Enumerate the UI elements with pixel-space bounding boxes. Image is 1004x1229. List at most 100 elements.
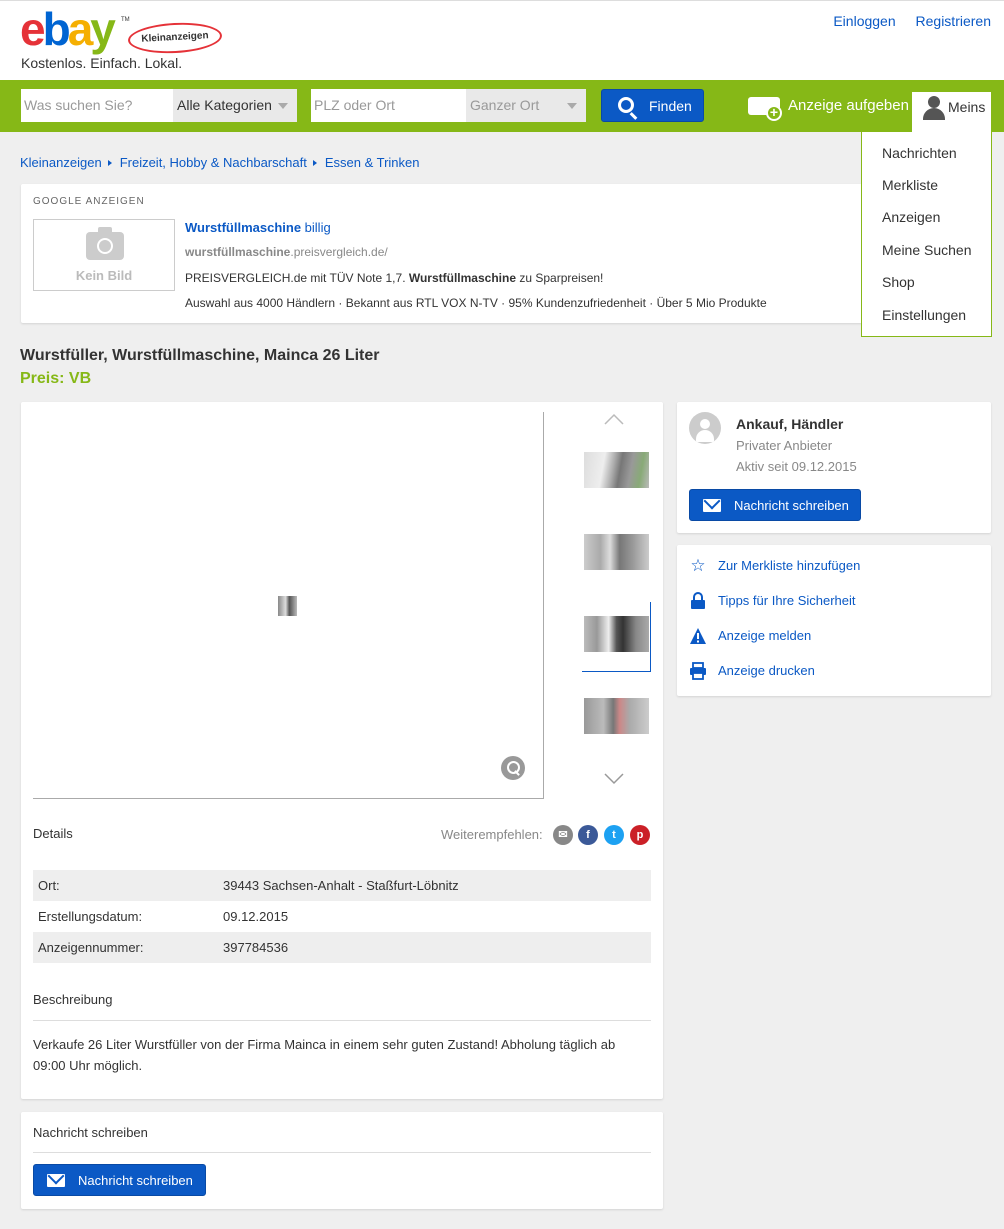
pinterest-icon[interactable]: p xyxy=(630,825,650,845)
account-links: Einloggen Registrieren xyxy=(817,13,991,29)
avatar xyxy=(689,412,721,444)
search-icon xyxy=(618,97,634,113)
breadcrumb-arrow-icon xyxy=(107,160,112,167)
breadcrumb-arrow-icon xyxy=(312,160,317,167)
zoom-icon[interactable] xyxy=(501,756,525,780)
share-label: Weiterempfehlen: xyxy=(441,827,543,842)
report-ad-link[interactable]: Anzeige melden xyxy=(689,626,811,646)
ad-url-keyword: wurstfüllmaschine xyxy=(185,245,291,259)
ebay-kleinanzeigen-logo[interactable]: ebay TM Kleinanzeigen xyxy=(20,3,223,56)
menu-item-nachrichten[interactable]: Nachrichten xyxy=(882,145,957,161)
printer-icon xyxy=(690,662,706,680)
thumbnail-image xyxy=(584,534,649,570)
message-heading: Nachricht schreiben xyxy=(33,1125,148,1140)
search-bar: Was suchen Sie? Alle Kategorien PLZ oder… xyxy=(0,80,1004,132)
ad-text-part: PREISVERGLEICH.de mit TÜV Note 1,7. xyxy=(185,271,409,285)
chevron-up-icon[interactable] xyxy=(604,410,624,430)
detail-value: 39443 Sachsen-Anhalt - Staßfurt-Löbnitz xyxy=(223,878,459,893)
breadcrumb-item[interactable]: Essen & Trinken xyxy=(325,155,420,170)
register-link[interactable]: Registrieren xyxy=(916,13,991,29)
main-image-viewer[interactable] xyxy=(33,412,544,799)
action-label: Tipps für Ihre Sicherheit xyxy=(718,593,856,608)
thumbnail-image xyxy=(584,616,649,652)
ad-image-placeholder[interactable]: Kein Bild xyxy=(33,219,175,291)
ad-text-part: zu Sparpreisen! xyxy=(516,271,604,285)
detail-row: Erstellungsdatum: 09.12.2015 xyxy=(33,901,651,932)
search-input[interactable]: Was suchen Sie? xyxy=(21,89,173,122)
post-ad-label: Anzeige aufgeben xyxy=(788,97,909,114)
login-link[interactable]: Einloggen xyxy=(833,13,895,29)
thumbnail[interactable] xyxy=(582,520,651,590)
twitter-icon[interactable]: t xyxy=(604,825,624,845)
description-text: Verkaufe 26 Liter Wurstfüller von der Fi… xyxy=(33,1037,616,1073)
site-header: ebay TM Kleinanzeigen Kostenlos. Einfach… xyxy=(0,0,1004,80)
radius-select[interactable]: Ganzer Ort xyxy=(466,89,586,122)
safety-tips-link[interactable]: Tipps für Ihre Sicherheit xyxy=(689,591,856,611)
meins-label: Meins xyxy=(948,99,986,115)
camera-icon xyxy=(86,227,124,260)
radius-select-value: Ganzer Ort xyxy=(470,97,540,113)
location-input[interactable]: PLZ oder Ort xyxy=(311,89,466,122)
detail-value: 09.12.2015 xyxy=(223,909,289,924)
meins-button[interactable]: Meins xyxy=(912,92,991,132)
menu-item-merkliste[interactable]: Merkliste xyxy=(882,177,938,193)
envelope-icon xyxy=(703,499,721,512)
ad-title-rest: billig xyxy=(301,220,331,235)
thumbnail[interactable] xyxy=(582,684,651,754)
menu-item-anzeigen[interactable]: Anzeigen xyxy=(882,209,940,225)
menu-item-meine-suchen[interactable]: Meine Suchen xyxy=(882,242,972,258)
google-ad-card: GOOGLE ANZEIGEN Kein Bild Wurstfüllmasch… xyxy=(21,184,863,323)
google-ad-title[interactable]: Wurstfüllmaschine billig xyxy=(185,220,331,235)
chevron-down-icon xyxy=(567,103,577,109)
write-message-label: Nachricht schreiben xyxy=(78,1173,193,1188)
post-ad-button[interactable]: + Anzeige aufgeben xyxy=(748,95,909,121)
thumbnail-image xyxy=(584,698,649,734)
breadcrumb-item[interactable]: Freizeit, Hobby & Nachbarschaft xyxy=(120,155,307,170)
envelope-icon xyxy=(47,1174,65,1187)
print-ad-link[interactable]: Anzeige drucken xyxy=(689,661,815,681)
actions-card: ☆ Zur Merkliste hinzufügen Tipps für Ihr… xyxy=(677,545,991,696)
lock-icon xyxy=(691,592,705,609)
no-image-label: Kein Bild xyxy=(75,268,133,283)
ad-title-keyword: Wurstfüllmaschine xyxy=(185,220,302,235)
add-to-watchlist-link[interactable]: ☆ Zur Merkliste hinzufügen xyxy=(689,556,860,576)
category-select[interactable]: Alle Kategorien xyxy=(173,89,297,122)
seller-card: Ankauf, Händler Privater Anbieter Aktiv … xyxy=(677,402,991,533)
menu-item-shop[interactable]: Shop xyxy=(882,274,915,290)
plus-icon: + xyxy=(766,105,782,121)
detail-key: Ort: xyxy=(38,878,60,893)
breadcrumb-item[interactable]: Kleinanzeigen xyxy=(20,155,102,170)
chevron-down-icon[interactable] xyxy=(604,768,624,788)
detail-value: 397784536 xyxy=(223,940,289,955)
seller-active-since: Aktiv seit 09.12.2015 xyxy=(736,459,857,474)
divider xyxy=(33,1152,651,1153)
listing-title: Wurstfüller, Wurstfüllmaschine, Mainca 2… xyxy=(20,347,380,364)
google-ad-url[interactable]: wurstfüllmaschine.preisvergleich.de/ xyxy=(185,245,388,259)
menu-item-einstellungen[interactable]: Einstellungen xyxy=(882,307,966,323)
google-ad-text: PREISVERGLEICH.de mit TÜV Note 1,7. Wurs… xyxy=(185,271,603,285)
action-label: Anzeige melden xyxy=(718,628,812,643)
email-icon[interactable]: ✉ xyxy=(553,825,573,845)
seller-name[interactable]: Ankauf, Händler xyxy=(736,416,843,432)
user-icon xyxy=(922,96,946,120)
google-ad-label: GOOGLE ANZEIGEN xyxy=(33,196,145,207)
thumbnail-active[interactable] xyxy=(582,602,651,672)
listing-price: Preis: VB xyxy=(20,370,92,387)
chevron-down-icon xyxy=(278,103,288,109)
meins-dropdown: Nachrichten Merkliste Anzeigen Meine Suc… xyxy=(861,132,992,337)
thumbnail[interactable] xyxy=(582,438,651,508)
facebook-icon[interactable]: f xyxy=(578,825,598,845)
find-button[interactable]: Finden xyxy=(601,89,704,122)
detail-key: Erstellungsdatum: xyxy=(38,909,143,924)
category-select-value: Alle Kategorien xyxy=(177,97,272,113)
tagline: Kostenlos. Einfach. Lokal. xyxy=(21,55,183,71)
ad-url-rest: .preisvergleich.de/ xyxy=(290,245,388,259)
detail-row: Anzeigennummer: 397784536 xyxy=(33,932,651,963)
write-message-button[interactable]: Nachricht schreiben xyxy=(33,1164,206,1196)
contact-seller-button[interactable]: Nachricht schreiben xyxy=(689,489,861,521)
trademark-mark: TM xyxy=(121,17,130,23)
ebay-wordmark: ebay xyxy=(20,3,116,55)
action-label: Anzeige drucken xyxy=(718,663,815,678)
detail-row: Ort: 39443 Sachsen-Anhalt - Staßfurt-Löb… xyxy=(33,870,651,901)
action-label: Zur Merkliste hinzufügen xyxy=(718,558,861,573)
